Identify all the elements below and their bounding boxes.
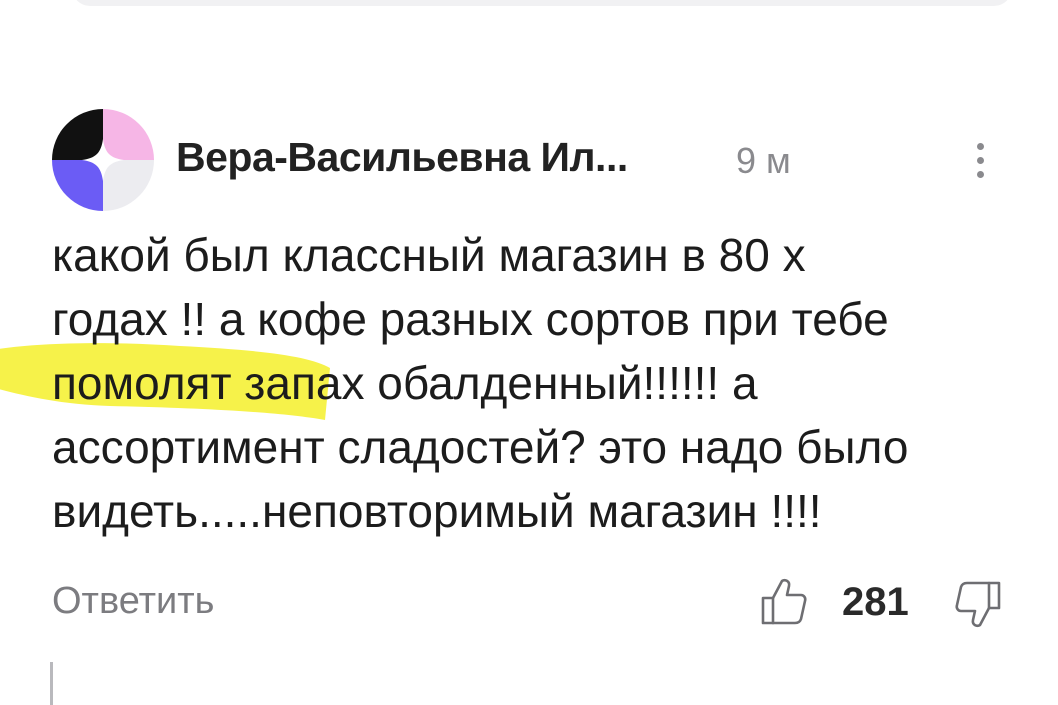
avatar-logo-icon [52,109,154,211]
avatar[interactable] [52,109,154,211]
thumbs-down-icon[interactable] [954,580,1002,630]
likes-count: 281 [842,580,909,624]
more-options-icon[interactable] [960,130,1000,190]
comment-time: 9 м [736,140,791,181]
top-input-bar [72,0,1012,6]
thumbs-up-icon[interactable] [760,576,808,626]
thread-line [50,662,53,705]
comment-text: какой был классный магазин в 80 х годах … [52,229,909,537]
author-name[interactable]: Вера-Васильевна Ил... [176,134,628,181]
reply-button[interactable]: Ответить [52,580,214,623]
